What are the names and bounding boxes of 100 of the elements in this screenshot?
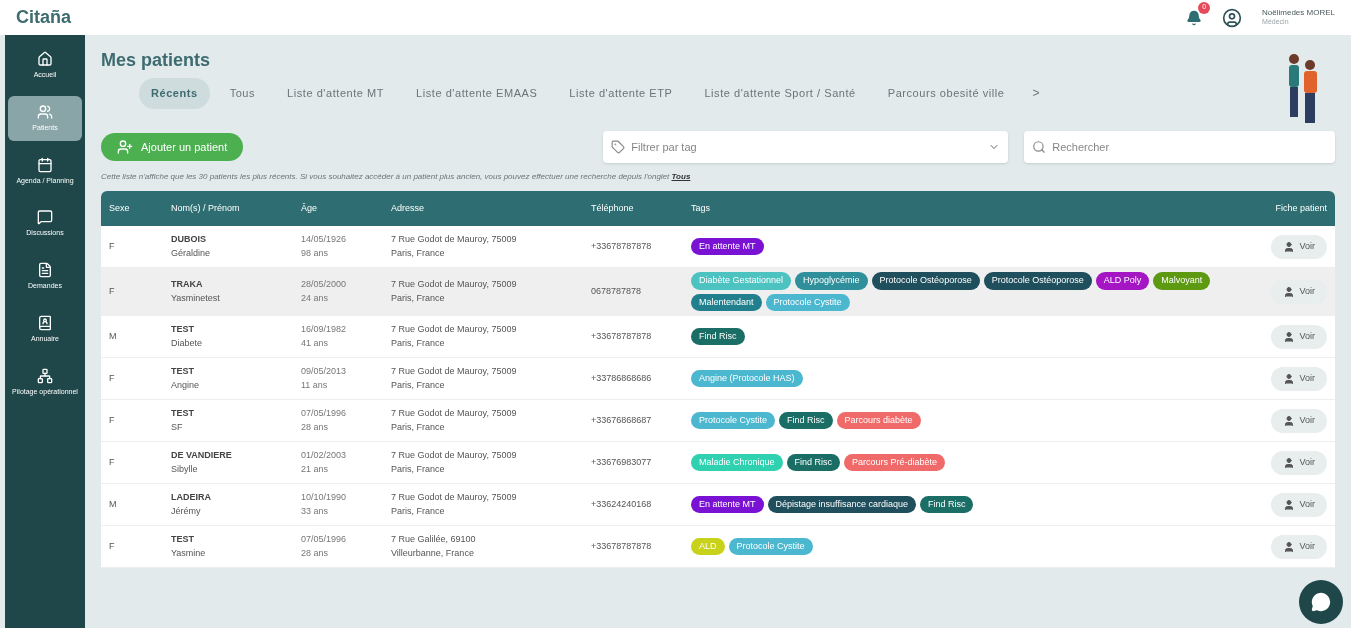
page-title: Mes patients: [101, 49, 212, 72]
tab[interactable]: Parcours obesité ville: [875, 78, 1017, 109]
address-line: 7 Rue Godot de Mauroy, 75009: [391, 407, 518, 420]
tag: Protocole Cystite: [691, 411, 776, 430]
birth-date: 10/10/1990: [301, 491, 348, 504]
tag-filter-field[interactable]: Filtrer par tag: [603, 131, 1009, 163]
tab[interactable]: Récents: [139, 78, 210, 109]
user-icon: [1283, 414, 1296, 427]
address-line: Paris, France: [391, 378, 446, 392]
age-text: 11 ans: [301, 378, 329, 392]
column-header: Téléphone: [591, 201, 635, 215]
address-line: 7 Rue Godot de Mauroy, 75009: [391, 323, 518, 336]
tag: Find Risc: [919, 495, 974, 514]
tag-icon: [611, 140, 626, 154]
last-name: DUBOIS: [171, 233, 207, 246]
age-text: 28 ans: [301, 420, 330, 434]
view-button[interactable]: Voir: [1271, 450, 1327, 475]
view-button[interactable]: Voir: [1271, 324, 1327, 349]
sex-cell-text: F: [109, 239, 116, 253]
app-logo[interactable]: Citaña: [16, 4, 71, 31]
last-name: TEST: [171, 323, 195, 336]
sex-cell-text: M: [109, 329, 118, 343]
user-icon: [1283, 498, 1296, 511]
last-name: TEST: [171, 407, 195, 420]
view-button[interactable]: Voir: [1271, 492, 1327, 517]
address-line: 7 Rue Galilée, 69100: [391, 533, 477, 546]
phone-cell-text: +33678787878: [591, 239, 653, 253]
column-header: Tags: [691, 201, 711, 215]
bell-icon[interactable]: [1186, 9, 1203, 26]
first-name: Diabete: [171, 336, 204, 350]
birth-date: 28/05/2000: [301, 278, 348, 291]
tag: Protocole Cystite: [765, 293, 850, 311]
last-name: DE VANDIERE: [171, 449, 233, 462]
birth-date: 01/02/2003: [301, 449, 348, 462]
first-name: Angine: [171, 378, 201, 392]
tab[interactable]: Liste d'attente EMAAS: [404, 78, 550, 109]
tag: Protocole Ostéoporose: [871, 272, 980, 290]
sex-cell-text: F: [109, 413, 116, 427]
add-user-icon: [117, 139, 133, 155]
age-text: 41 ans: [301, 336, 330, 350]
column-header: Fiche patient: [1274, 201, 1327, 215]
tab[interactable]: Liste d'attente ETP: [557, 78, 685, 109]
search-field[interactable]: Rechercher: [1024, 131, 1335, 163]
first-name: SF: [171, 420, 184, 434]
tag: Angine (Protocole HAS): [691, 369, 803, 388]
view-button[interactable]: Voir: [1271, 279, 1327, 304]
tab[interactable]: Liste d'attente MT: [275, 78, 397, 109]
tag: Parcours diabète: [836, 411, 921, 430]
last-name: TRAKA: [171, 278, 204, 291]
network-icon: [37, 367, 53, 384]
address-line: 7 Rue Godot de Mauroy, 75009: [391, 365, 518, 378]
tag: ALD Poly: [1095, 272, 1150, 290]
tabs-next-button[interactable]: >: [1024, 84, 1048, 103]
column-header: Âge: [301, 201, 318, 215]
address-line: 7 Rue Godot de Mauroy, 75009: [391, 491, 518, 504]
tous-link[interactable]: Tous: [671, 172, 691, 181]
address-line: Paris, France: [391, 462, 446, 476]
age-text: 33 ans: [301, 504, 330, 518]
tag: Hypoglycémie: [795, 272, 868, 290]
calendar-icon: [37, 156, 53, 173]
tag: Protocole Cystite: [728, 537, 813, 556]
view-button[interactable]: Voir: [1271, 534, 1327, 559]
first-name: Jérémy: [171, 504, 202, 518]
column-header: Adresse: [391, 201, 426, 215]
view-button[interactable]: Voir: [1271, 408, 1327, 433]
address-line: 7 Rue Godot de Mauroy, 75009: [391, 233, 518, 246]
address-line: Villeurbanne, France: [391, 546, 475, 560]
user-avatar-icon[interactable]: [1222, 7, 1243, 28]
phone-cell-text: +33678787878: [591, 329, 653, 343]
birth-date: 09/05/2013: [301, 365, 348, 378]
user-icon: [1283, 540, 1296, 553]
view-button[interactable]: Voir: [1271, 234, 1327, 259]
phone-cell-text: +33786868686: [591, 371, 653, 385]
tag: Diabète Gestationnel: [691, 272, 792, 290]
tag: ALD: [691, 537, 725, 556]
tag: Find Risc: [786, 453, 841, 472]
tag: Find Risc: [691, 327, 745, 346]
tab[interactable]: Tous: [217, 78, 268, 109]
users-icon: [37, 103, 53, 120]
tag: Parcours Pré-diabète: [844, 453, 946, 472]
document-icon: [37, 262, 53, 278]
column-header: Sexe: [109, 201, 131, 215]
tab[interactable]: Liste d'attente Sport / Santé: [692, 78, 868, 109]
sex-cell-text: F: [109, 371, 116, 385]
tag: Malvoyant: [1153, 272, 1211, 290]
address-line: Paris, France: [391, 420, 446, 434]
tag: En attente MT: [691, 237, 764, 256]
sex-cell-text: F: [109, 455, 116, 469]
birth-date: 16/09/1982: [301, 323, 348, 336]
age-text: 24 ans: [301, 291, 330, 305]
birth-date: 07/05/1996: [301, 407, 348, 420]
phone-cell-text: +33676868687: [591, 413, 653, 427]
first-name: Géraldine: [171, 246, 212, 260]
age-text: 28 ans: [301, 546, 330, 560]
last-name: LADEIRA: [171, 491, 212, 504]
address-line: 7 Rue Godot de Mauroy, 75009: [391, 449, 518, 462]
birth-date: 14/05/1926: [301, 233, 348, 246]
view-button[interactable]: Voir: [1271, 366, 1327, 391]
table-row[interactable]: [101, 268, 1335, 316]
first-name: Yasmine: [171, 546, 207, 560]
